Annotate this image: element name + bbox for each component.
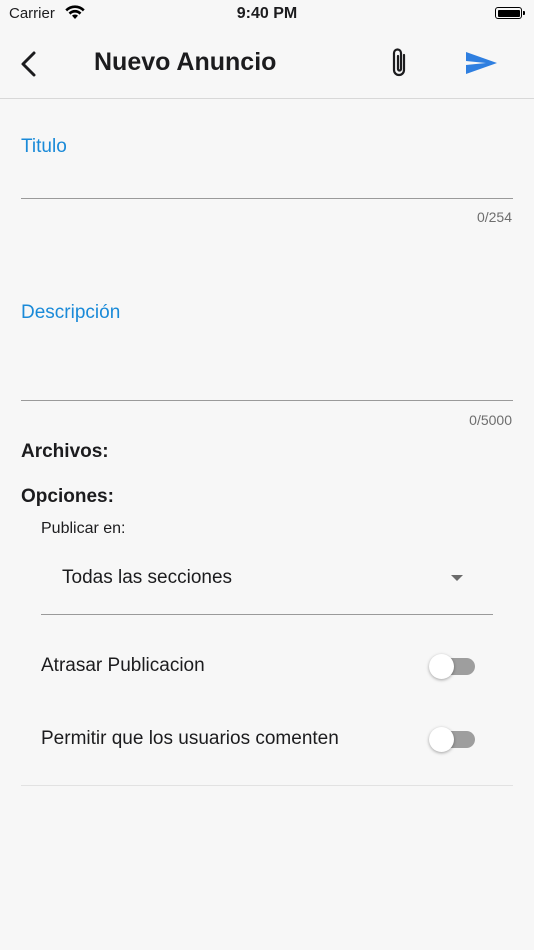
title-underline xyxy=(21,198,513,199)
clock: 9:40 PM xyxy=(236,5,298,22)
chevron-left-icon xyxy=(21,51,36,77)
allow-comments-switch[interactable] xyxy=(429,727,475,752)
navigation-bar: Nuevo Anuncio xyxy=(0,30,534,99)
switch-knob xyxy=(429,654,454,679)
options-heading: Opciones: xyxy=(21,486,114,507)
back-button[interactable] xyxy=(18,49,40,79)
title-counter: 0/254 xyxy=(476,209,512,225)
paperclip-icon xyxy=(392,48,406,77)
page-title: Nuevo Anuncio xyxy=(94,48,277,76)
options-divider xyxy=(21,785,513,786)
files-heading: Archivos: xyxy=(21,441,109,462)
description-counter: 0/5000 xyxy=(469,412,512,428)
publish-in-selected-value: Todas las secciones xyxy=(62,567,233,588)
switch-knob xyxy=(429,727,454,752)
delay-publication-label: Atrasar Publicacion xyxy=(41,655,205,676)
description-field-label: Descripción xyxy=(21,302,121,323)
description-input[interactable] xyxy=(21,332,517,402)
allow-comments-label: Permitir que los usuarios comenten xyxy=(41,728,339,749)
title-field-label: Titulo xyxy=(21,136,67,157)
select-underline xyxy=(41,614,493,615)
send-icon xyxy=(466,52,497,74)
dropdown-arrow-icon xyxy=(451,575,463,581)
description-underline xyxy=(21,400,513,401)
title-input[interactable] xyxy=(21,165,517,199)
status-bar: Carrier 9:40 PM xyxy=(0,0,534,30)
send-button[interactable] xyxy=(464,50,498,81)
toggle-row-allow-comments: Permitir que los usuarios comenten xyxy=(41,720,491,760)
delay-publication-switch[interactable] xyxy=(429,654,475,679)
attach-button[interactable] xyxy=(386,46,414,85)
publish-in-select[interactable]: Todas las secciones xyxy=(41,555,493,615)
battery-icon xyxy=(495,7,525,19)
toggle-row-delay-publication: Atrasar Publicacion xyxy=(41,647,491,687)
publish-in-label: Publicar en: xyxy=(41,520,126,537)
